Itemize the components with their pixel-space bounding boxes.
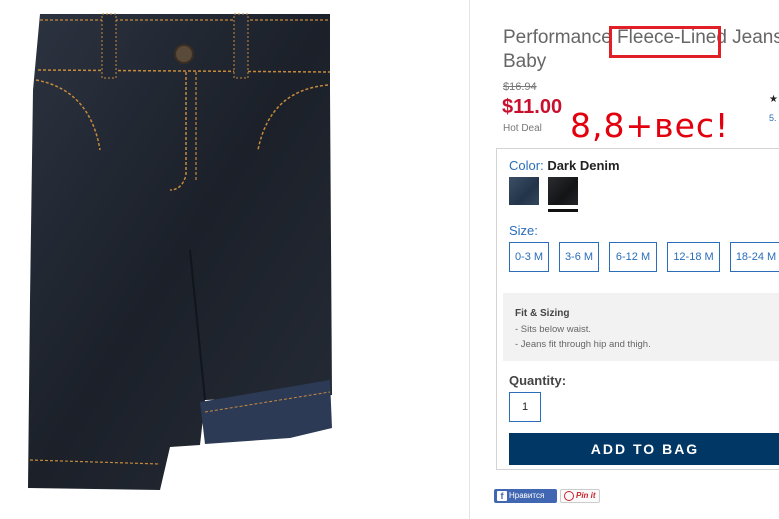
original-price: $16.94: [503, 81, 537, 93]
selected-swatch-indicator: [548, 209, 578, 212]
facebook-like-label: Нравится: [509, 491, 545, 500]
facebook-icon: f: [497, 491, 507, 501]
color-label-text: Color:: [509, 158, 544, 173]
pinterest-label: Pin it: [576, 491, 596, 500]
color-label: Color: Dark Denim: [509, 158, 620, 173]
pinterest-icon: [564, 491, 574, 501]
quantity-label: Quantity:: [509, 373, 567, 388]
image-divider: [469, 0, 470, 519]
fit-sizing-title: Fit & Sizing: [515, 308, 570, 319]
fit-item: - Sits below waist.: [515, 324, 592, 335]
size-3-6m-button[interactable]: 3-6 M: [559, 242, 599, 272]
highlight-box: [609, 26, 721, 58]
size-6-12m-button[interactable]: 6-12 M: [609, 242, 657, 272]
handwritten-annotation: 8,8+вес!: [570, 106, 730, 145]
sale-price: $11.00: [502, 96, 563, 118]
quantity-input[interactable]: 1: [509, 392, 541, 422]
product-image[interactable]: [0, 0, 360, 519]
rating-star-icon: ★: [769, 94, 778, 105]
add-to-bag-button[interactable]: ADD TO BAG: [509, 433, 779, 465]
size-0-3m-button[interactable]: 0-3 M: [509, 242, 549, 272]
fit-item: - Jeans fit through hip and thigh.: [515, 339, 651, 350]
rating-value[interactable]: 5.: [769, 113, 777, 123]
swatch-dark-denim[interactable]: [548, 177, 578, 205]
size-label: Size:: [509, 223, 538, 238]
swatch-blue-denim[interactable]: [509, 177, 539, 205]
hot-deal-label: Hot Deal: [503, 123, 542, 134]
size-18-24m-button[interactable]: 18-24 M: [730, 242, 779, 272]
size-12-18m-button[interactable]: 12-18 M: [667, 242, 720, 272]
facebook-like-button[interactable]: f Нравится: [494, 489, 557, 503]
selected-color: Dark Denim: [547, 158, 620, 173]
pinterest-button[interactable]: Pin it: [560, 489, 600, 503]
